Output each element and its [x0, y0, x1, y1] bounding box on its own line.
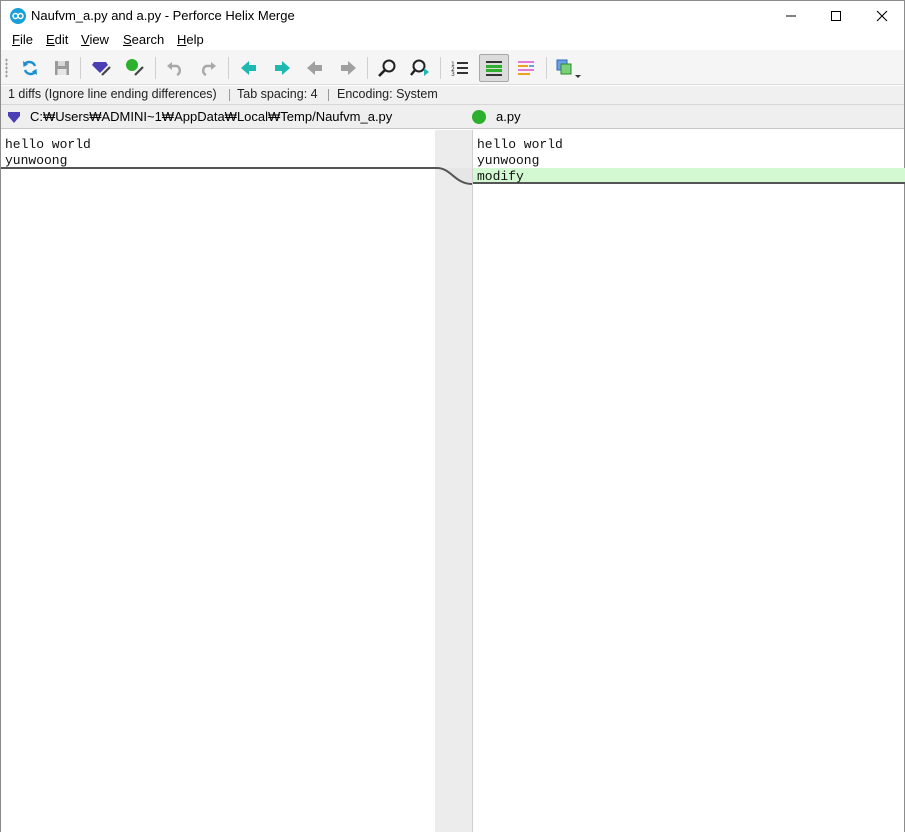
menu-view-label: iew [89, 32, 109, 47]
added-line-highlight [473, 168, 905, 184]
diff-count-text: 1 diffs (Ignore line ending differences) [8, 87, 217, 101]
magnifier-icon [378, 59, 396, 77]
toolbar-separator [80, 57, 81, 79]
next-conflict-button[interactable] [335, 55, 361, 81]
left-line-1: hello world [5, 137, 91, 152]
circle-icon [472, 110, 486, 124]
menu-view[interactable]: View [81, 32, 109, 47]
toolbar-separator [367, 57, 368, 79]
redo-icon [202, 62, 216, 77]
maximize-icon [831, 11, 841, 21]
layout-panes-icon [556, 59, 581, 78]
previous-conflict-button[interactable] [302, 55, 328, 81]
menu-edit[interactable]: Edit [46, 32, 68, 47]
save-icon [55, 61, 69, 75]
menu-search[interactable]: Search [123, 32, 164, 47]
arrow-left-icon [241, 61, 256, 75]
diamond-icon [8, 112, 20, 123]
encoding-text: Encoding: System [337, 87, 438, 101]
helix-merge-app-icon [10, 8, 26, 24]
close-button[interactable] [859, 1, 905, 31]
diff-gutter [435, 130, 472, 832]
menu-search-accel: S [123, 32, 132, 47]
menu-edit-label: dit [54, 32, 69, 47]
next-diff-button[interactable] [269, 55, 295, 81]
save-button[interactable] [49, 55, 75, 81]
status-divider [328, 89, 329, 101]
right-line-3: modify [477, 169, 524, 184]
diff-connector [435, 167, 472, 185]
right-file-name: a.py [496, 109, 521, 124]
edit-left-file-button[interactable] [89, 55, 115, 81]
menu-help-label: elp [186, 32, 204, 47]
minimize-icon [786, 15, 796, 17]
highlight-lines-icon [486, 61, 502, 76]
diamond-pencil-icon [92, 62, 111, 76]
title-bar: Naufvm_a.py and a.py - Perforce Helix Me… [1, 1, 904, 31]
layout-dropdown-button[interactable] [552, 55, 584, 81]
svg-text:3: 3 [451, 71, 455, 77]
toolbar-separator [228, 57, 229, 79]
diff-highlight-toggle[interactable] [479, 54, 509, 82]
undo-button[interactable] [162, 55, 188, 81]
refresh-button[interactable] [17, 55, 43, 81]
menu-edit-accel: E [46, 32, 55, 47]
close-icon [876, 10, 888, 22]
minimize-button[interactable] [768, 1, 814, 31]
magnifier-arrow-icon [410, 59, 429, 76]
menu-help[interactable]: Help [177, 32, 204, 47]
toolbar-separator [155, 57, 156, 79]
toolbar-grip[interactable] [5, 58, 8, 78]
diff-status-bar: 1 diffs (Ignore line ending differences)… [1, 86, 904, 104]
arrow-left-gray-icon [307, 61, 322, 75]
toolbar-separator [440, 57, 441, 79]
colored-lines-icon [518, 61, 534, 75]
maximize-button[interactable] [813, 1, 859, 31]
arrow-right-icon [275, 61, 290, 75]
menu-search-label: earch [131, 32, 165, 47]
menu-file-label: ile [19, 32, 33, 47]
arrow-right-gray-icon [341, 61, 356, 75]
status-divider [229, 89, 230, 101]
right-line-2: yunwoong [477, 153, 540, 168]
refresh-icon [23, 60, 37, 76]
edit-right-file-button[interactable] [122, 55, 148, 81]
line-numbers-button[interactable]: 1 2 3 [447, 55, 473, 81]
menu-help-accel: H [177, 32, 187, 47]
show-whitespace-button[interactable] [513, 55, 539, 81]
menu-file[interactable]: File [12, 32, 33, 47]
undo-icon [167, 62, 181, 77]
find-next-button[interactable] [407, 55, 433, 81]
tab-spacing-text: Tab spacing: 4 [237, 87, 318, 101]
app-window: Naufvm_a.py and a.py - Perforce Helix Me… [0, 0, 905, 832]
previous-diff-button[interactable] [236, 55, 262, 81]
file-header-bar: C:₩Users₩ADMINI~1₩AppData₩Local₩Temp/Nau… [1, 104, 904, 129]
window-title: Naufvm_a.py and a.py - Perforce Helix Me… [31, 8, 295, 23]
left-insertion-marker [1, 167, 435, 169]
menu-file-accel: F [12, 32, 20, 47]
numbered-list-icon: 1 2 3 [451, 61, 468, 77]
right-file-pane[interactable]: hello world yunwoong modify [472, 130, 905, 832]
toolbar: 1 2 3 [1, 50, 904, 85]
left-file-pane[interactable]: hello world yunwoong [1, 130, 435, 832]
circle-pencil-icon [126, 59, 144, 76]
find-button[interactable] [374, 55, 400, 81]
menu-bar: File Edit View Search Help [1, 31, 904, 50]
redo-button[interactable] [195, 55, 221, 81]
right-line-1: hello world [477, 137, 563, 152]
left-file-path: C:₩Users₩ADMINI~1₩AppData₩Local₩Temp/Nau… [30, 109, 393, 124]
toolbar-separator [546, 57, 547, 79]
